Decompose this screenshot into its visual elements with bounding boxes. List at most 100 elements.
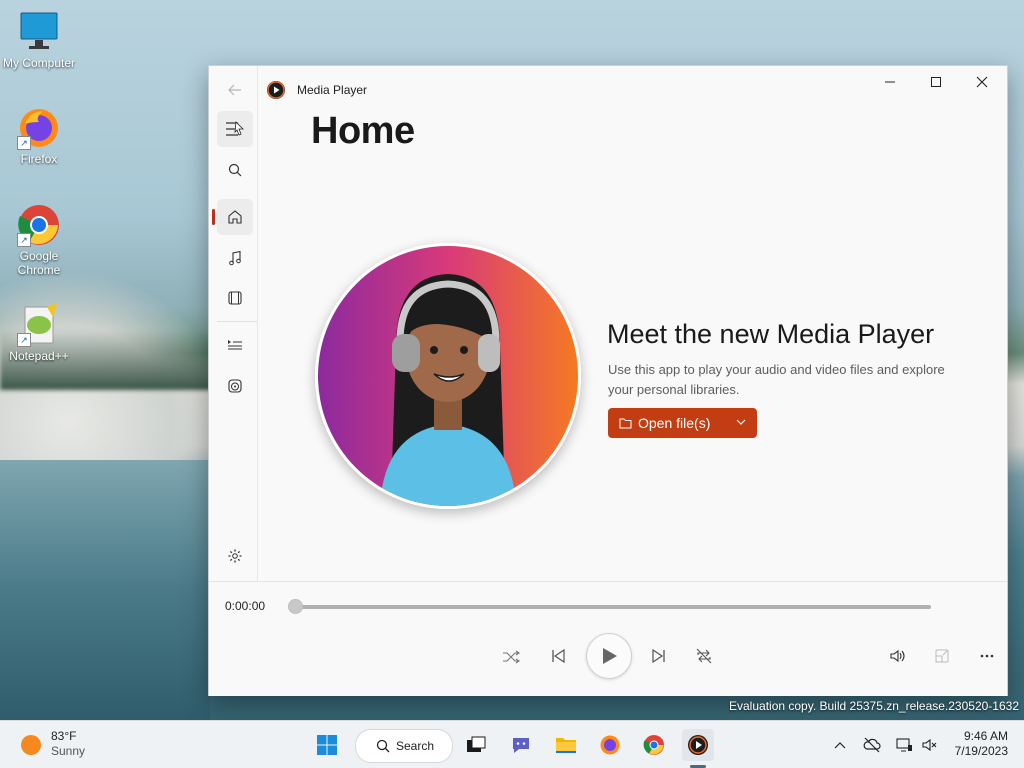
open-files-button[interactable]: Open file(s)	[608, 408, 757, 438]
search-icon	[228, 163, 242, 177]
hero-illustration	[315, 243, 581, 509]
shortcut-arrow-icon: ↗	[17, 333, 31, 347]
back-arrow-icon	[228, 84, 241, 96]
repeat-off-icon	[696, 648, 712, 664]
play-button[interactable]	[586, 633, 632, 679]
minimize-icon	[885, 81, 895, 83]
folder-icon	[556, 738, 576, 753]
nav-video[interactable]	[217, 280, 253, 316]
chrome-icon: ↗	[17, 203, 61, 247]
shuffle-button[interactable]	[502, 645, 520, 669]
onedrive-status[interactable]	[858, 729, 886, 761]
seek-track[interactable]	[295, 605, 931, 609]
mini-player-icon	[935, 649, 949, 663]
minimize-button[interactable]	[867, 66, 913, 98]
nav-disc[interactable]	[217, 368, 253, 404]
windows-logo-icon	[317, 735, 337, 755]
maximize-icon	[931, 77, 941, 87]
desktop-icon-label: Google Chrome	[17, 249, 61, 277]
film-icon	[228, 291, 242, 305]
menu-button[interactable]	[217, 111, 253, 147]
page-title: Home	[311, 110, 415, 152]
weather-condition: Sunny	[51, 744, 86, 758]
navigation-rail	[209, 66, 258, 581]
volume-icon	[890, 649, 905, 663]
home-icon	[228, 210, 242, 224]
skip-previous-icon	[552, 648, 565, 664]
weather-widget[interactable]: 83°F Sunny	[51, 729, 85, 759]
media-player-icon	[688, 735, 708, 755]
desktop-icon-notepadpp[interactable]: ↗ Notepad++	[0, 303, 78, 363]
monitor-network-icon	[896, 738, 912, 752]
next-button[interactable]	[651, 648, 667, 664]
volume-status[interactable]	[916, 729, 944, 761]
music-note-icon	[229, 250, 241, 266]
desktop-icon-label: Notepad++	[9, 349, 69, 363]
firefox-icon: ↗	[17, 106, 61, 150]
chrome-taskbar-button[interactable]	[638, 729, 670, 761]
evaluation-watermark: Evaluation copy. Build 25375.zn_release.…	[729, 699, 1019, 713]
media-player-window: Media Player Home Meet the new Media Pla…	[208, 65, 1008, 696]
weather-temp: 83°F	[51, 729, 77, 743]
chrome-icon	[643, 735, 664, 755]
cloud-off-icon	[863, 737, 881, 753]
clock-time: 9:46 AM	[963, 729, 1008, 743]
more-options-button[interactable]	[979, 648, 995, 664]
more-dots-icon	[980, 654, 994, 658]
promo-description: Use this app to play your audio and vide…	[608, 362, 945, 397]
media-player-logo-icon	[267, 81, 285, 99]
shortcut-arrow-icon: ↗	[17, 233, 31, 247]
selection-indicator	[212, 209, 215, 225]
media-player-taskbar-button[interactable]	[682, 729, 714, 761]
repeat-button[interactable]	[695, 647, 713, 665]
chevron-up-icon	[834, 742, 846, 749]
title-bar[interactable]: Media Player	[257, 66, 1007, 114]
chevron-down-icon	[736, 419, 746, 425]
monitor-icon	[17, 10, 61, 54]
app-title: Media Player	[297, 83, 368, 97]
firefox-icon	[600, 735, 620, 755]
elapsed-time: 0:00:00	[225, 599, 266, 613]
close-button[interactable]	[959, 66, 1005, 98]
network-status[interactable]	[890, 729, 918, 761]
sun-icon[interactable]	[21, 735, 41, 755]
search-button[interactable]	[217, 152, 253, 188]
show-hidden-icons-button[interactable]	[826, 729, 854, 761]
playlist-icon	[228, 340, 242, 350]
back-button[interactable]	[217, 72, 253, 108]
mini-player-button[interactable]	[934, 648, 950, 664]
folder-icon	[619, 418, 632, 429]
previous-button[interactable]	[550, 648, 566, 664]
nav-playlists[interactable]	[217, 326, 253, 362]
desktop-icon-my-computer[interactable]: My Computer	[0, 10, 78, 70]
start-button[interactable]	[311, 729, 343, 761]
settings-button[interactable]	[217, 538, 253, 574]
clock-date: 7/19/2023	[954, 744, 1008, 758]
rail-divider	[217, 321, 257, 322]
notepadpp-icon: ↗	[17, 303, 61, 347]
task-view-button[interactable]	[460, 729, 492, 761]
play-icon	[603, 648, 617, 664]
taskbar-clock[interactable]: 9:46 AM 7/19/2023	[955, 729, 1008, 759]
seek-thumb[interactable]	[288, 599, 303, 614]
speaker-muted-icon	[922, 738, 937, 752]
nav-home[interactable]	[217, 199, 253, 235]
shortcut-arrow-icon: ↗	[17, 136, 31, 150]
desktop-icon-firefox[interactable]: ↗ Firefox	[0, 106, 78, 166]
close-icon	[976, 76, 988, 88]
taskbar-search[interactable]: Search	[355, 729, 453, 763]
nav-music[interactable]	[217, 240, 253, 276]
playback-bar: 0:00:00	[209, 581, 1007, 696]
taskbar: 83°F Sunny Search 9:46 AM 7/19/2023	[0, 720, 1024, 768]
hamburger-icon	[226, 121, 244, 136]
chat-icon	[513, 738, 529, 753]
disc-icon	[228, 379, 242, 393]
desktop-icon-chrome[interactable]: ↗ Google Chrome	[0, 203, 78, 277]
firefox-taskbar-button[interactable]	[594, 729, 626, 761]
file-explorer-button[interactable]	[550, 729, 582, 761]
shuffle-icon	[503, 650, 520, 664]
volume-button[interactable]	[889, 648, 907, 664]
task-view-icon	[467, 736, 486, 752]
maximize-button[interactable]	[913, 66, 959, 98]
teams-chat-button[interactable]	[505, 729, 537, 761]
